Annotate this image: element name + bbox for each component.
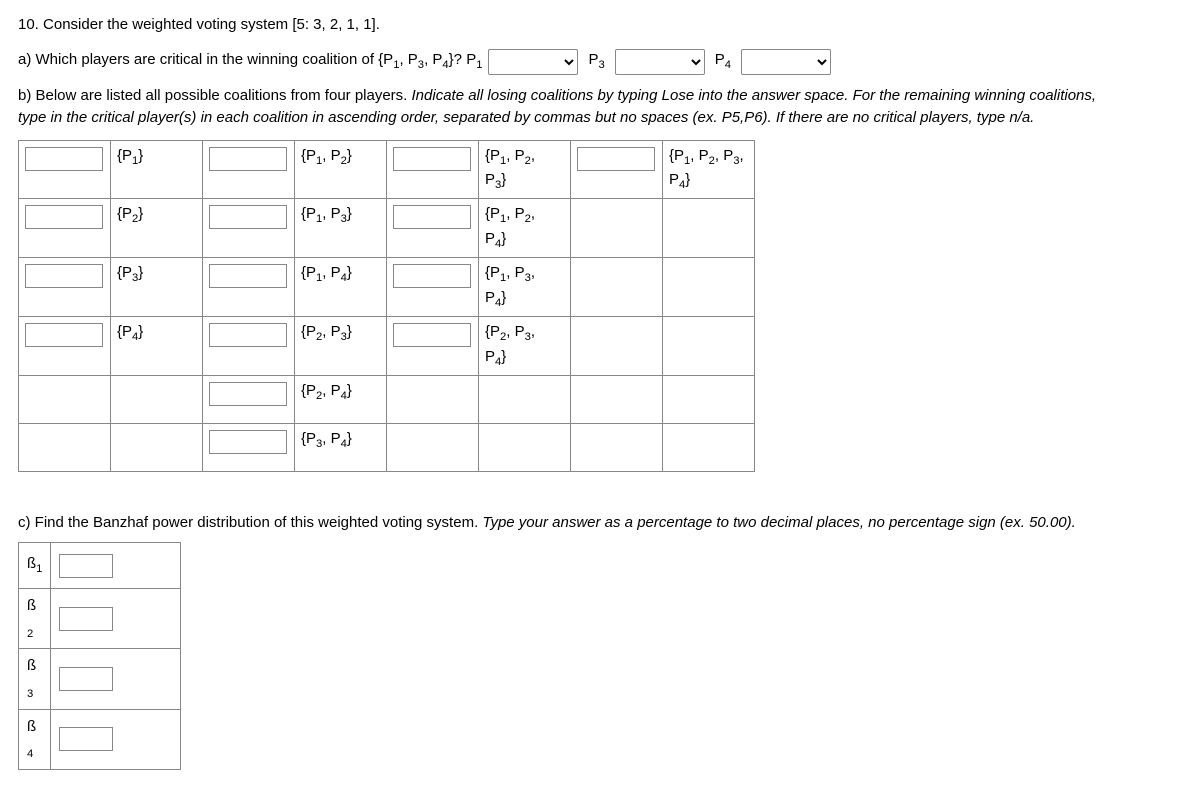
part-a-select-p4[interactable] <box>741 49 831 75</box>
part-c-text: c) Find the Banzhaf power distribution o… <box>18 512 1182 535</box>
part-a-prefix: a) Which players are critical in the win… <box>18 51 393 68</box>
coalition-input-p3p4[interactable] <box>209 430 287 454</box>
coalition-input-p1p2p4[interactable] <box>393 205 471 229</box>
beta2-label: ß 2 <box>19 589 51 649</box>
part-a: a) Which players are critical in the win… <box>18 49 1182 75</box>
coalition-input-p1p4[interactable] <box>209 264 287 288</box>
coalition-input-p2[interactable] <box>25 205 103 229</box>
table-row: {P2} {P1, P3} {P1, P2,P4} <box>19 199 755 258</box>
beta1-input[interactable] <box>59 554 113 578</box>
coalition-label-p2p4: {P2, P4} <box>295 375 387 423</box>
beta4-input[interactable] <box>59 727 113 751</box>
coalition-label-p1p2: {P1, P2} <box>295 140 387 199</box>
table-row: ß 2 <box>19 589 181 649</box>
table-row: ß1 <box>19 543 181 589</box>
banzhaf-table: ß1 ß 2 ß 3 ß 4 <box>18 542 181 770</box>
beta2-input[interactable] <box>59 607 113 631</box>
coalition-label-p1p2p3: {P1, P2,P3} <box>479 140 571 199</box>
table-row: {P4} {P2, P3} {P2, P3,P4} <box>19 316 755 375</box>
beta3-input[interactable] <box>59 667 113 691</box>
coalition-label-p4: {P4} <box>111 316 203 375</box>
coalition-label-p1p4: {P1, P4} <box>295 258 387 317</box>
coalition-input-p2p3[interactable] <box>209 323 287 347</box>
beta4-label: ß 4 <box>19 709 51 769</box>
part-a-select-p3[interactable] <box>615 49 705 75</box>
table-row: {P1} {P1, P2} {P1, P2,P3} {P1, P2, P3,P4… <box>19 140 755 199</box>
table-row: {P3} {P1, P4} {P1, P3,P4} <box>19 258 755 317</box>
coalition-label-p2: {P2} <box>111 199 203 258</box>
coalition-label-p2p3: {P2, P3} <box>295 316 387 375</box>
coalition-input-p2p3p4[interactable] <box>393 323 471 347</box>
table-row: {P3, P4} <box>19 423 755 471</box>
coalition-input-p2p4[interactable] <box>209 382 287 406</box>
part-b-text: b) Below are listed all possible coaliti… <box>18 85 1182 130</box>
coalition-input-p1p2p3[interactable] <box>393 147 471 171</box>
table-row: ß 4 <box>19 709 181 769</box>
coalition-input-p1p2p3p4[interactable] <box>577 147 655 171</box>
coalition-input-p3[interactable] <box>25 264 103 288</box>
coalition-label-p1p2p4: {P1, P2,P4} <box>479 199 571 258</box>
coalition-input-p4[interactable] <box>25 323 103 347</box>
coalition-label-p1p3p4: {P1, P3,P4} <box>479 258 571 317</box>
table-row: {P2, P4} <box>19 375 755 423</box>
coalition-label-p2p3p4: {P2, P3,P4} <box>479 316 571 375</box>
beta3-label: ß 3 <box>19 649 51 709</box>
beta1-label: ß1 <box>19 543 51 589</box>
coalition-label-p1p3: {P1, P3} <box>295 199 387 258</box>
table-row: ß 3 <box>19 649 181 709</box>
coalition-input-p1p3[interactable] <box>209 205 287 229</box>
coalition-label-p1p2p3p4: {P1, P2, P3,P4} <box>663 140 755 199</box>
coalition-input-p1p2[interactable] <box>209 147 287 171</box>
coalition-table: {P1} {P1, P2} {P1, P2,P3} {P1, P2, P3,P4… <box>18 140 755 472</box>
coalition-input-p1[interactable] <box>25 147 103 171</box>
question-header: 10. Consider the weighted voting system … <box>18 14 1182 37</box>
question-text: Consider the weighted voting system [5: … <box>43 16 380 33</box>
coalition-label-p3p4: {P3, P4} <box>295 423 387 471</box>
question-number: 10. <box>18 16 39 33</box>
part-a-select-p1[interactable] <box>488 49 578 75</box>
coalition-input-p1p3p4[interactable] <box>393 264 471 288</box>
coalition-label-p3: {P3} <box>111 258 203 317</box>
coalition-label-p1: {P1} <box>111 140 203 199</box>
